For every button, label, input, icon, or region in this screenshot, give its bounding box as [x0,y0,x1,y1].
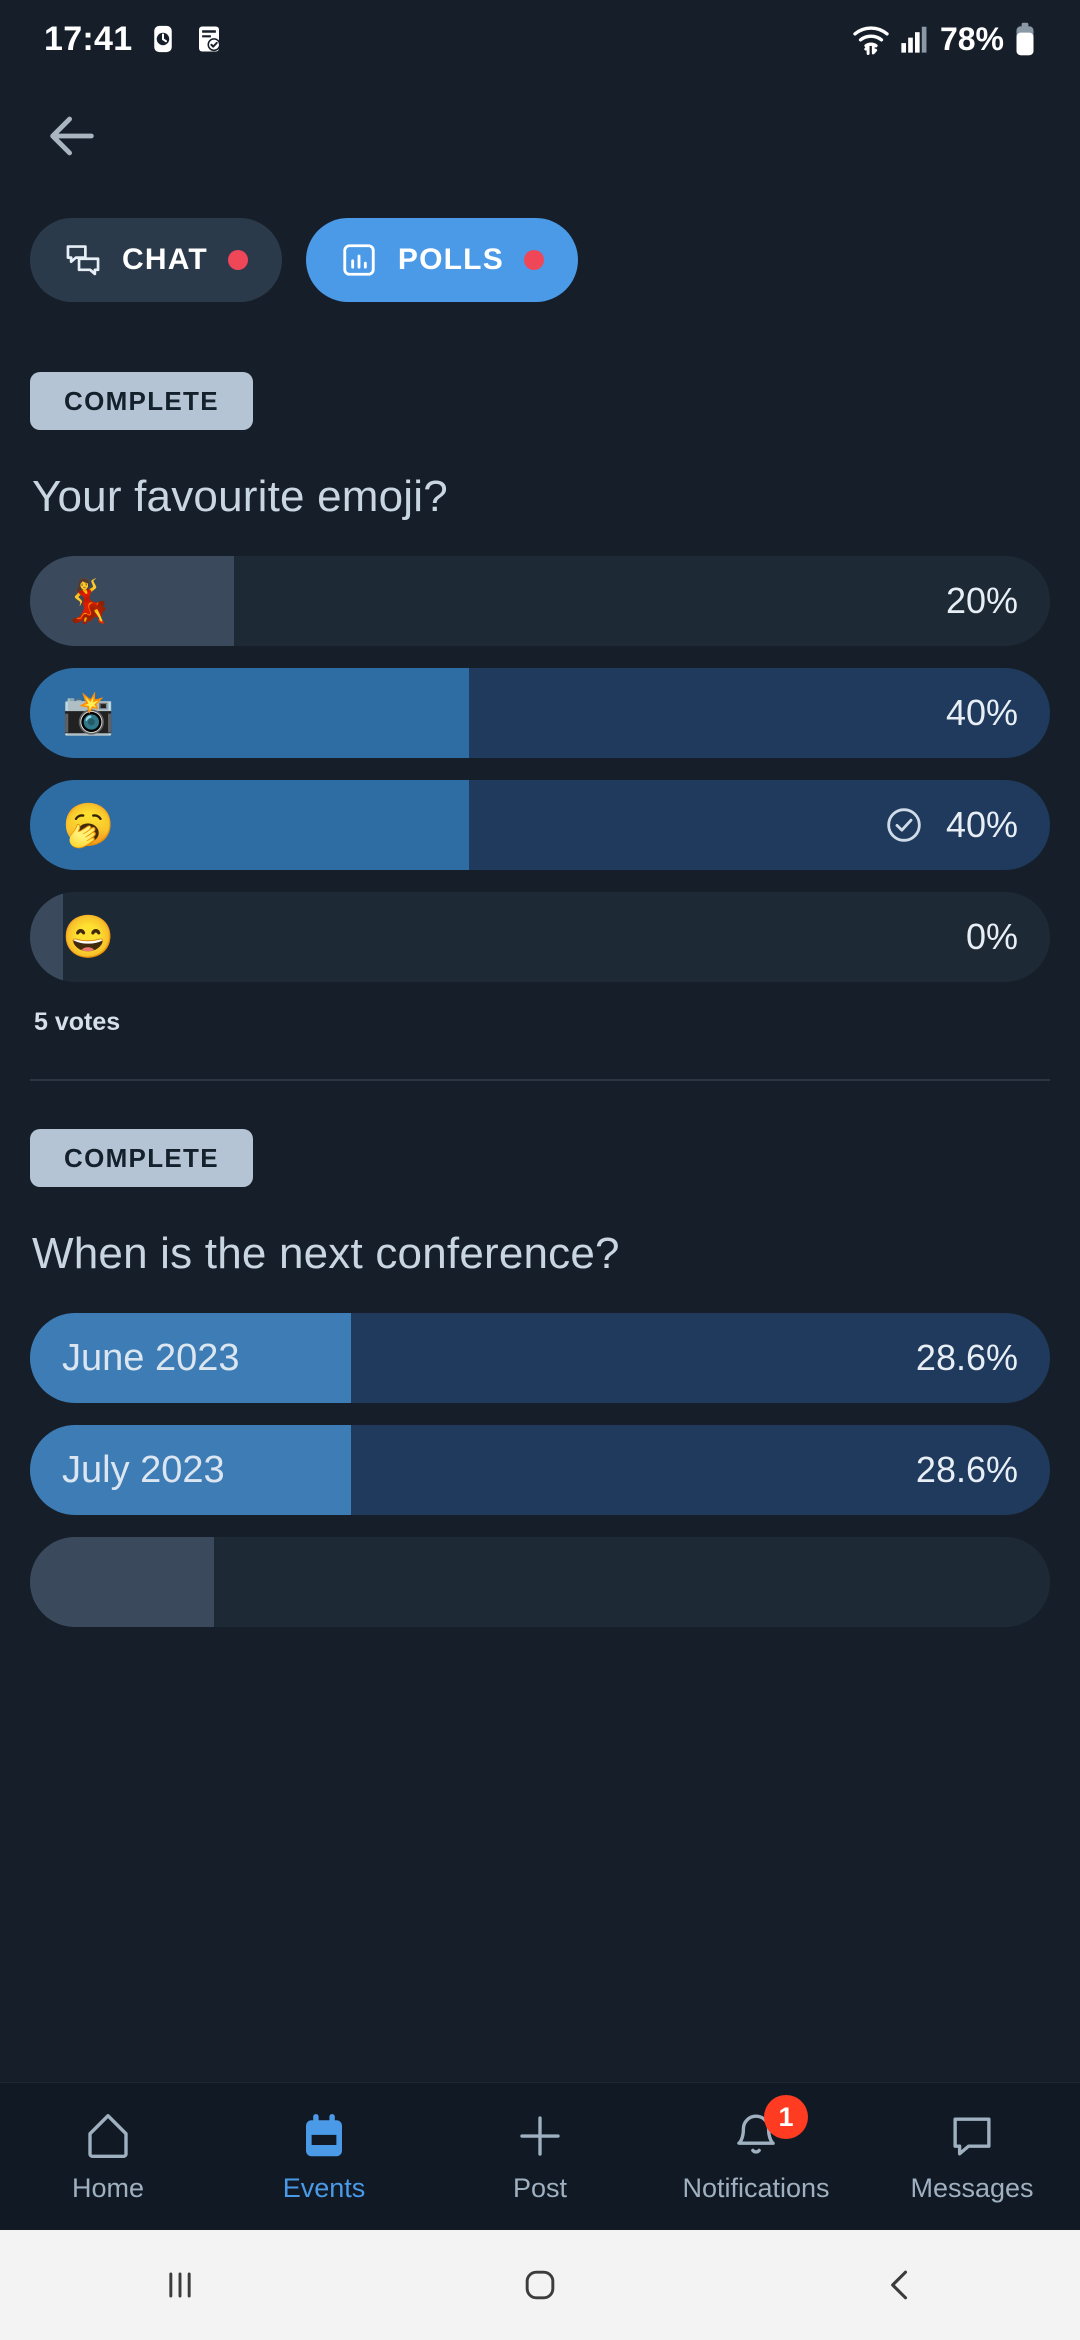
plus-icon [513,2109,567,2163]
nav-item-notifications[interactable]: 1 Notifications [648,2095,864,2204]
nav-item-messages[interactable]: Messages [864,2109,1080,2204]
bar-chart-icon [340,241,378,279]
option-emoji: 💃 [62,577,115,624]
bottom-navigation: Home Events Post 1 Notifications Message… [0,2082,1080,2230]
tab-polls-unread-dot [523,250,544,270]
task-note-icon [194,24,224,54]
back-chevron-icon [878,2263,922,2307]
nav-label-notifications: Notifications [682,2173,830,2203]
tab-polls-label: POLLS [397,243,504,276]
poll-option[interactable]: June 2023 28.6% [30,1313,1050,1403]
back-arrow-icon [43,107,101,165]
home-icon [81,2109,135,2163]
home-circle-icon [518,2263,562,2307]
message-icon [945,2109,999,2163]
option-percent: 20% [945,580,1018,621]
battery-icon [1014,22,1036,56]
poll-question-0: Your favourite emoji? [32,472,448,521]
system-recents-button[interactable] [0,2263,360,2307]
tab-chat-unread-dot [227,250,248,270]
poll-option[interactable]: July 2023 28.6% [30,1425,1050,1515]
poll-votes-count-0: 5 votes [34,1008,121,1036]
poll-chat-tabs: CHAT POLLS [0,194,1080,302]
battery-percent: 78% [939,20,1004,57]
poll-divider [30,1079,1050,1081]
nav-label-home: Home [71,2173,145,2203]
tab-chat[interactable]: CHAT [30,218,282,302]
back-button[interactable] [30,94,114,178]
poll-option[interactable]: 📸 40% [30,668,1050,758]
option-label: July 2023 [62,1448,225,1491]
poll-option[interactable]: 😄 0% [30,892,1050,982]
option-label: June 2023 [62,1336,240,1379]
signal-icon [900,24,930,54]
tab-chat-label: CHAT [122,243,208,276]
chat-bubbles-icon [64,241,102,279]
tab-polls[interactable]: POLLS [305,218,578,302]
recents-icon [158,2263,202,2307]
status-bar-left: 17:41 [44,20,224,59]
wifi-icon [852,23,890,55]
nav-label-events: Events [282,2173,366,2203]
poll-options-0: 💃 20% 📸 40% 🥱 40% 😄 0% [30,556,1050,982]
option-emoji: 📸 [62,689,115,736]
poll-option[interactable]: 💃 20% [30,556,1050,646]
system-navigation-bar [0,2230,1080,2340]
option-percent: 40% [945,804,1018,845]
status-bar-right: 78% [852,21,1036,58]
poll-status-badge-1: COMPLETE [30,1129,253,1187]
system-home-button[interactable] [360,2263,720,2307]
option-percent: 28.6% [915,1449,1018,1490]
nav-label-post: Post [512,2173,568,2203]
poll-options-1: June 2023 28.6% July 2023 28.6% [30,1313,1050,1627]
option-percent: 28.6% [915,1337,1018,1378]
poll-option[interactable]: 🥱 40% [30,780,1050,870]
clock-icon [148,24,178,54]
poll-card-0: COMPLETE Your favourite emoji? 💃 20% 📸 4… [0,372,1080,1081]
option-emoji: 😄 [62,913,115,960]
poll-status-badge-0: COMPLETE [30,372,253,430]
option-selected-check-icon [884,805,924,845]
nav-item-events[interactable]: Events [216,2109,432,2204]
notifications-badge: 1 [764,2095,808,2139]
nav-item-post[interactable]: Post [432,2109,648,2204]
nav-item-home[interactable]: Home [0,2109,216,2204]
option-emoji: 🥱 [62,801,115,848]
option-percent: 40% [945,692,1018,733]
nav-label-messages: Messages [910,2173,1034,2203]
status-bar: 17:41 78% [0,0,1080,78]
status-time: 17:41 [44,19,133,58]
poll-option[interactable] [30,1537,1050,1627]
poll-question-1: When is the next conference? [32,1229,620,1278]
option-percent: 0% [965,916,1018,957]
calendar-icon [297,2109,351,2163]
poll-card-1: COMPLETE When is the next conference? Ju… [0,1129,1080,1627]
app-bar [0,78,1080,194]
system-back-button[interactable] [720,2263,1080,2307]
